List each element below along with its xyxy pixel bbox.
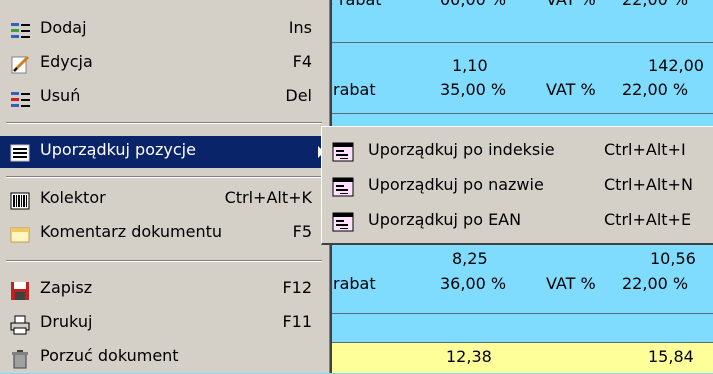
menu-item-shortcut: F11 [282,312,312,331]
submenu-item-shortcut: Ctrl+Alt+N [604,175,693,194]
menu-item-label: Edycja [40,52,93,71]
menu-item-drukuj[interactable]: Drukuj F11 [0,308,328,340]
net-price: 12,38 [446,347,492,366]
menu-item-label: Komentarz dokumentu [40,222,223,241]
discard-icon [10,349,30,369]
edit-icon [10,55,30,75]
menu-item-porzuc-dokument[interactable]: Porzuć dokument [0,342,328,374]
comment-icon [10,225,30,245]
menu-separator [6,176,322,178]
vat-label: VAT % [546,80,596,99]
menu-item-shortcut: F5 [292,222,312,241]
menu-item-uporzadkuj-pozycje[interactable]: Uporządkuj pozycje [0,136,328,168]
rabat-value: 35,00 % [440,80,507,99]
menu-item-label: Zapisz [40,278,93,297]
vat-value: 22,00 % [622,274,689,293]
sort-name-icon [332,177,354,197]
menu-item-shortcut: F12 [282,278,312,297]
barcode-icon [10,191,30,211]
net-price: 8,25 [452,249,488,268]
net-price: 1,10 [452,56,488,75]
submenu-item-label: Uporządkuj po nazwie [368,175,544,194]
submenu-item-label: Uporządkuj po indeksie [368,140,555,159]
gross-price: 142,00 [648,56,704,75]
menu-item-kolektor[interactable]: Kolektor Ctrl+Alt+K [0,184,328,216]
rabat-label: rabat [333,274,376,293]
menu-item-usun[interactable]: Usuń Del [0,82,328,114]
rabat-value: 00,00 % [440,0,506,9]
submenu-item-po-ean[interactable]: Uporządkuj po EAN Ctrl+Alt+E [322,205,713,239]
submenu-item-po-indeksie[interactable]: Uporządkuj po indeksie Ctrl+Alt+I [322,135,713,169]
menu-separator [6,122,322,124]
menu-item-komentarz-dokumentu[interactable]: Komentarz dokumentu F5 [0,218,328,250]
vat-value: 22,00 % [622,80,689,99]
menu-item-edycja[interactable]: Edycja F4 [0,48,328,80]
menu-item-label: Kolektor [40,188,106,207]
sort-index-icon [332,142,354,162]
menu-item-label: Dodaj [40,18,87,37]
menu-item-shortcut: Ins [288,18,312,37]
submenu-item-shortcut: Ctrl+Alt+E [604,210,692,229]
rabat-value: 36,00 % [440,274,507,293]
save-icon [10,281,30,301]
add-icon [10,21,30,41]
print-icon [10,315,30,335]
submenu-item-shortcut: Ctrl+Alt+I [604,140,686,159]
sort-icon [10,143,30,163]
menu-item-label: Usuń [40,86,81,105]
delete-icon [10,89,30,109]
vat-value: 22,00 % [622,0,688,9]
vat-label: VAT % [546,0,596,9]
menu-item-shortcut: F4 [292,52,312,71]
vat-label: VAT % [546,274,596,293]
gross-price: 10,56 [650,249,696,268]
context-menu: Dodaj Ins Edycja F4 Usuń Del Uporządkuj … [0,0,332,373]
menu-item-label: Drukuj [40,312,93,331]
menu-item-shortcut: Del [285,86,312,105]
submenu-uporzadkuj: Uporządkuj po indeksie Ctrl+Alt+I Uporzą… [321,126,713,245]
gross-price: 15,84 [648,347,694,366]
submenu-item-po-nazwie[interactable]: Uporządkuj po nazwie Ctrl+Alt+N [322,170,713,204]
sort-ean-icon [332,212,354,232]
submenu-item-label: Uporządkuj po EAN [368,210,522,229]
menu-item-shortcut: Ctrl+Alt+K [224,188,312,207]
menu-item-label: Uporządkuj pozycje [40,140,196,159]
menu-item-zapisz[interactable]: Zapisz F12 [0,274,328,306]
rabat-label: rabat [333,80,376,99]
menu-separator [6,260,322,262]
menu-item-label: Porzuć dokument [40,346,179,365]
menu-item-dodaj[interactable]: Dodaj Ins [0,14,328,46]
